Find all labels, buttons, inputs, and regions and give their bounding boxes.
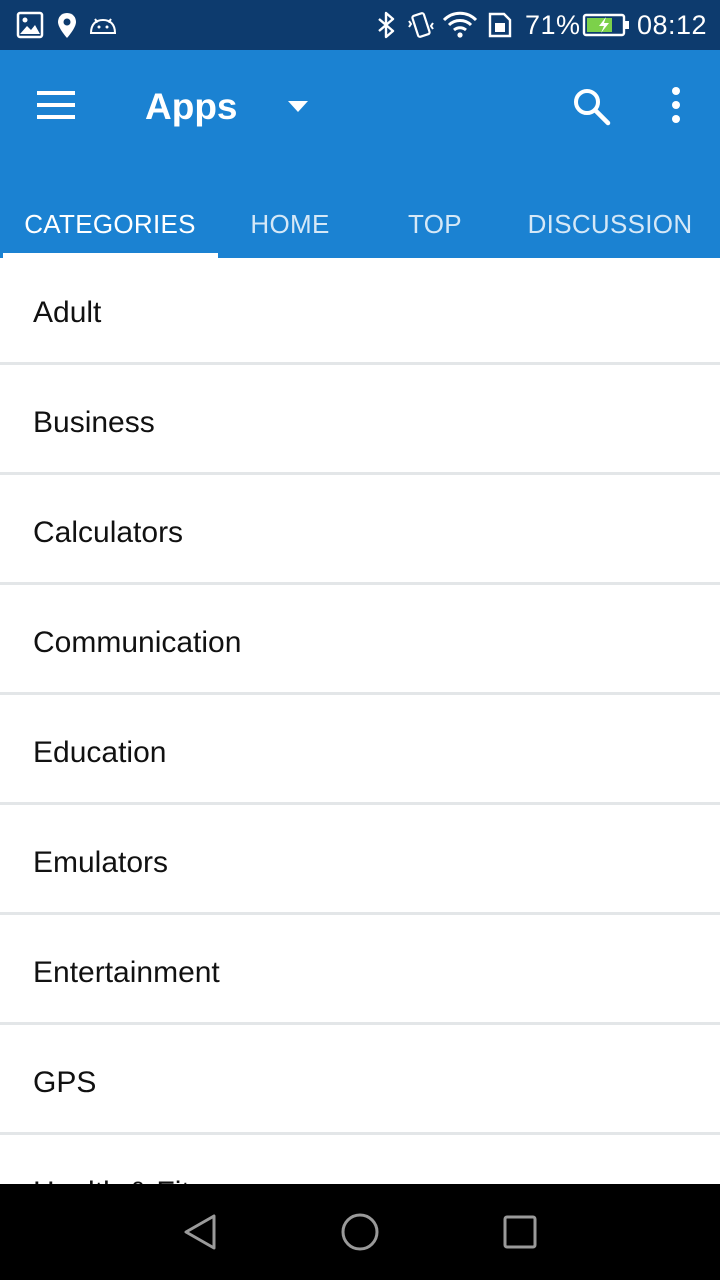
- list-item-label: Business: [33, 406, 155, 439]
- back-icon[interactable]: [176, 1208, 224, 1256]
- list-item-label: Adult: [33, 296, 102, 329]
- app-bar: Apps CATEGORIES HOME TOP DISCUSSION: [0, 50, 720, 258]
- vibrate-icon: [408, 12, 434, 38]
- list-item-label: Health & Fitness: [33, 1176, 253, 1184]
- tab-bar: CATEGORIES HOME TOP DISCUSSION: [0, 190, 720, 258]
- list-item[interactable]: Communication: [0, 588, 720, 695]
- list-item-label: Education: [33, 736, 167, 769]
- list-item-label: GPS: [33, 1066, 97, 1099]
- home-icon[interactable]: [336, 1208, 384, 1256]
- overflow-menu-button[interactable]: [660, 84, 692, 132]
- search-button[interactable]: [568, 80, 616, 132]
- menu-button[interactable]: [30, 85, 82, 129]
- location-icon: [58, 13, 76, 38]
- menu-icon: [37, 91, 75, 119]
- bluetooth-icon: [378, 11, 395, 39]
- navigation-bar: [0, 1184, 720, 1280]
- category-list: Adult Business Calculators Communication…: [0, 258, 720, 1184]
- wifi-icon: [442, 11, 478, 38]
- page-title: Apps: [145, 86, 238, 127]
- list-item-label: Entertainment: [33, 956, 220, 989]
- list-item[interactable]: GPS: [0, 1028, 720, 1135]
- battery-charging-icon: [582, 13, 629, 37]
- recents-icon[interactable]: [496, 1208, 544, 1256]
- list-item[interactable]: Calculators: [0, 478, 720, 585]
- list-item[interactable]: Health & Fitness: [0, 1138, 720, 1184]
- search-icon: [574, 89, 611, 126]
- list-item[interactable]: Adult: [0, 258, 720, 365]
- list-item-label: Calculators: [33, 516, 184, 549]
- tab-discussion[interactable]: DISCUSSION: [510, 190, 710, 258]
- list-item-label: Communication: [33, 626, 242, 659]
- list-item[interactable]: Emulators: [0, 808, 720, 915]
- list-item[interactable]: Business: [0, 368, 720, 475]
- tab-top[interactable]: TOP: [360, 190, 510, 258]
- status-bar: 71% 08:12: [0, 0, 720, 50]
- sim-icon: [488, 12, 512, 38]
- list-item[interactable]: Education: [0, 698, 720, 805]
- image-icon: [16, 11, 44, 39]
- tab-categories[interactable]: CATEGORIES: [0, 190, 220, 258]
- tab-home[interactable]: HOME: [220, 190, 360, 258]
- battery-percent: 71%: [525, 10, 581, 40]
- overflow-menu-icon: [672, 87, 680, 123]
- android-icon: [89, 18, 117, 34]
- list-item[interactable]: Entertainment: [0, 918, 720, 1025]
- list-item-label: Emulators: [33, 846, 169, 879]
- status-time: 08:12: [637, 10, 708, 40]
- dropdown-arrow-icon[interactable]: [284, 98, 312, 118]
